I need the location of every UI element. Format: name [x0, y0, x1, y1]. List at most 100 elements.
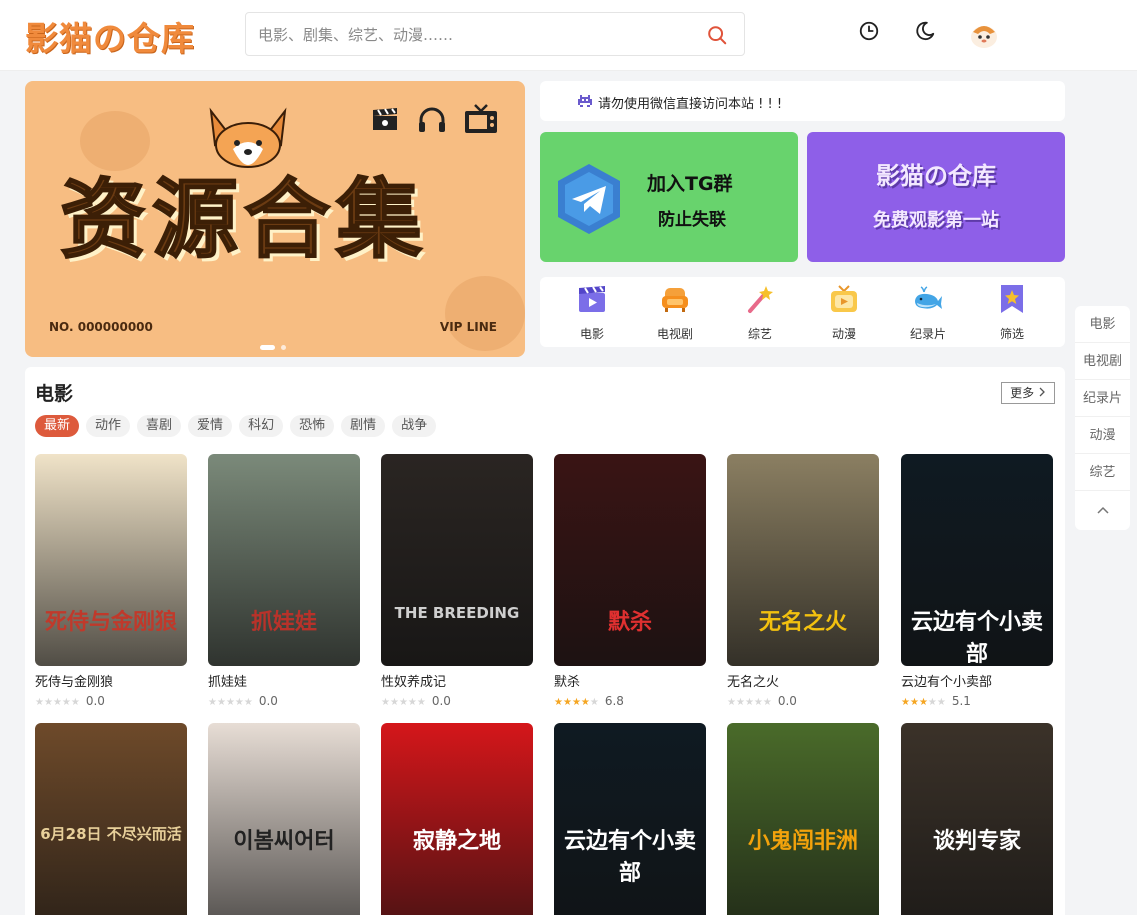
top-header: 影猫の仓库	[0, 0, 1137, 71]
movie-card[interactable]: 默杀 默杀 ★★★★★ 6.8	[554, 454, 706, 708]
movie-title[interactable]: 死侍与金刚狼	[35, 671, 187, 690]
poster-title-text: 云边有个小卖部	[563, 829, 696, 886]
movie-poster[interactable]: 6月28日 不尽兴而活	[35, 723, 187, 915]
telegram-icon	[558, 164, 620, 234]
movie-card[interactable]: 谈判专家	[901, 723, 1053, 915]
sidenav-movie[interactable]: 电影	[1075, 306, 1130, 343]
site-logo[interactable]: 影猫の仓库	[25, 12, 195, 60]
alien-invader-icon	[578, 95, 592, 107]
sidenav-documentary[interactable]: 纪录片	[1075, 380, 1130, 417]
movie-title[interactable]: 无名之火	[727, 671, 879, 690]
rating-stars-icon: ★★★★★	[35, 697, 80, 708]
whale-icon	[915, 286, 942, 309]
history-clock-icon[interactable]	[858, 20, 880, 42]
carousel-dot[interactable]	[281, 345, 286, 350]
hero-banner[interactable]: 资源合集 NO. 000000000 VIP LINE	[25, 81, 525, 357]
sidenav-anime[interactable]: 动漫	[1075, 417, 1130, 454]
sidenav-variety[interactable]: 综艺	[1075, 454, 1130, 491]
movie-title[interactable]: 默杀	[554, 671, 706, 690]
site-promo-line2: 免费观影第一站	[873, 210, 999, 231]
genre-tag[interactable]: 喜剧	[137, 415, 182, 437]
poster-title-text: 이봄씨어터	[233, 829, 335, 854]
poster-title-text: THE BREEDING	[394, 604, 520, 622]
movie-card[interactable]: 无名之火 无名之火 ★★★★★ 0.0	[727, 454, 879, 708]
movie-poster[interactable]: 云边有个小卖部	[554, 723, 706, 915]
user-avatar[interactable]	[968, 18, 1000, 50]
movie-title[interactable]: 抓娃娃	[208, 671, 360, 690]
search-icon[interactable]	[706, 24, 728, 46]
bookmark-star-icon	[1001, 285, 1023, 313]
movie-title[interactable]: 性奴养成记	[381, 671, 533, 690]
rating-value: 0.0	[85, 694, 105, 708]
back-to-top-button[interactable]	[1075, 491, 1130, 528]
chevron-right-icon	[1039, 387, 1045, 397]
rating-stars-icon: ★★★★★	[727, 697, 772, 708]
dark-mode-moon-icon[interactable]	[914, 20, 936, 42]
movie-rating: ★★★★★ 0.0	[727, 694, 879, 708]
rating-stars-icon: ★★★★★	[208, 697, 253, 708]
movie-card[interactable]: 抓娃娃 抓娃娃 ★★★★★ 0.0	[208, 454, 360, 708]
movie-rating: ★★★★★ 0.0	[35, 694, 187, 708]
movie-poster[interactable]: 抓娃娃	[208, 454, 360, 666]
movie-card[interactable]: 寂静之地	[381, 723, 533, 915]
sidenav-tv-series[interactable]: 电视剧	[1075, 343, 1130, 380]
rating-value: 6.8	[604, 694, 624, 708]
rating-stars-icon: ★★★★★	[554, 697, 599, 708]
movie-rating: ★★★★★ 0.0	[208, 694, 360, 708]
telegram-line1: 加入TG群	[647, 173, 733, 195]
chevron-up-icon	[1096, 506, 1109, 514]
rating-value: 0.0	[431, 694, 451, 708]
poster-title-text: 云边有个小卖部	[910, 610, 1043, 666]
more-button[interactable]: 更多	[1001, 382, 1055, 404]
carousel-dots[interactable]	[260, 337, 292, 356]
genre-tag[interactable]: 恐怖	[290, 415, 335, 437]
rating-value: 5.1	[951, 694, 971, 708]
movie-poster[interactable]: 无名之火	[727, 454, 879, 666]
category-movie[interactable]: 电影	[557, 283, 627, 342]
movie-poster[interactable]: 寂静之地	[381, 723, 533, 915]
notice-bar: 请勿使用微信直接访问本站 ! ! !	[540, 81, 1065, 121]
poster-title-text: 无名之火	[758, 610, 847, 635]
clapboard-icon	[579, 286, 605, 312]
category-filter[interactable]: 筛选	[977, 283, 1047, 342]
category-tv-series[interactable]: 电视剧	[640, 283, 710, 342]
poster-title-text: 谈判专家	[932, 829, 1021, 854]
movie-card[interactable]: THE BREEDING 性奴养成记 ★★★★★ 0.0	[381, 454, 533, 708]
genre-tag[interactable]: 战争	[392, 415, 437, 437]
site-promo-card[interactable]: 影猫の仓库 免费观影第一站	[807, 132, 1065, 262]
movie-poster[interactable]: 小鬼闯非洲	[727, 723, 879, 915]
movie-poster[interactable]: 谈判专家	[901, 723, 1053, 915]
poster-title-text: 寂静之地	[412, 829, 501, 854]
carousel-dot-active[interactable]	[260, 345, 275, 350]
movie-title[interactable]: 云边有个小卖部	[901, 671, 1053, 690]
genre-tag[interactable]: 最新	[35, 415, 80, 437]
category-variety[interactable]: 综艺	[725, 283, 795, 342]
join-telegram-card[interactable]: 加入TG群 防止失联	[540, 132, 798, 262]
genre-tag[interactable]: 科幻	[239, 415, 284, 437]
category-bar: 电影 电视剧 综艺 动漫 纪录片 筛选	[540, 277, 1065, 347]
movie-rating: ★★★★★ 5.1	[901, 694, 1053, 708]
movie-poster[interactable]: THE BREEDING	[381, 454, 533, 666]
genre-tag[interactable]: 剧情	[341, 415, 386, 437]
genre-tag[interactable]: 动作	[86, 415, 131, 437]
movie-card[interactable]: 小鬼闯非洲	[727, 723, 879, 915]
genre-tag[interactable]: 爱情	[188, 415, 233, 437]
movie-poster[interactable]: 死侍与金刚狼	[35, 454, 187, 666]
movie-poster[interactable]: 默杀	[554, 454, 706, 666]
movie-poster[interactable]: 이봄씨어터	[208, 723, 360, 915]
rating-stars-icon: ★★★★★	[381, 697, 426, 708]
clapboard-icon	[373, 108, 397, 130]
movie-poster[interactable]: 云边有个小卖部	[901, 454, 1053, 666]
search-input[interactable]	[258, 22, 688, 48]
rating-value: 0.0	[258, 694, 278, 708]
movie-card[interactable]: 云边有个小卖部 云边有个小卖部 ★★★★★ 5.1	[901, 454, 1053, 708]
movie-card[interactable]: 6月28日 不尽兴而活	[35, 723, 187, 915]
movie-card[interactable]: 死侍与金刚狼 死侍与金刚狼 ★★★★★ 0.0	[35, 454, 187, 708]
category-anime[interactable]: 动漫	[809, 283, 879, 342]
movie-card[interactable]: 云边有个小卖部	[554, 723, 706, 915]
site-promo-line1: 影猫の仓库	[876, 162, 996, 190]
tv-sofa-icon	[662, 288, 688, 312]
side-quick-nav: 电影 电视剧 纪录片 动漫 综艺	[1075, 306, 1130, 530]
movie-card[interactable]: 이봄씨어터	[208, 723, 360, 915]
category-documentary[interactable]: 纪录片	[893, 283, 963, 342]
